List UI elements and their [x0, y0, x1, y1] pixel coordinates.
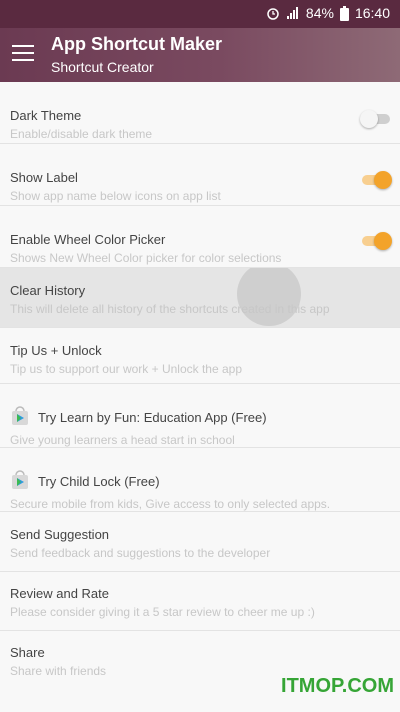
setting-subtitle: Send feedback and suggestions to the dev…: [10, 546, 271, 560]
app-title: App Shortcut Maker: [51, 34, 223, 54]
play-store-icon: [12, 406, 28, 425]
app-bar: App Shortcut Maker Shortcut Creator: [0, 28, 400, 82]
show-label-toggle[interactable]: [360, 171, 392, 189]
setting-dark-theme[interactable]: Dark Theme Enable/disable dark theme: [0, 82, 400, 144]
hamburger-icon[interactable]: [12, 45, 34, 63]
watermark: ITMOP.COM: [281, 675, 394, 697]
setting-subtitle: Enable/disable dark theme: [10, 127, 153, 141]
status-bar: 84% 16:40: [0, 0, 400, 28]
battery-icon: [339, 5, 349, 21]
setting-show-label[interactable]: Show Label Show app name below icons on …: [0, 144, 400, 206]
wheel-color-picker-toggle[interactable]: [360, 232, 392, 250]
setting-title: Send Suggestion: [10, 527, 110, 542]
setting-subtitle: Show app name below icons on app list: [10, 189, 221, 203]
setting-title: Dark Theme: [10, 108, 82, 123]
setting-try-child-lock[interactable]: Try Child Lock (Free) Secure mobile from…: [0, 448, 400, 512]
setting-title: Try Child Lock (Free): [38, 474, 160, 489]
setting-title: Enable Wheel Color Picker: [10, 232, 166, 247]
touch-ripple: [237, 268, 301, 326]
setting-subtitle: Secure mobile from kids, Give access to …: [10, 497, 331, 511]
setting-send-suggestion[interactable]: Send Suggestion Send feedback and sugges…: [0, 512, 400, 572]
play-store-icon: [12, 470, 28, 489]
settings-list: Dark Theme Enable/disable dark theme Sho…: [0, 82, 400, 691]
setting-subtitle: Tip us to support our work + Unlock the …: [10, 362, 243, 376]
signal-icon: [286, 7, 298, 19]
setting-wheel-color-picker[interactable]: Enable Wheel Color Picker Shows New Whee…: [0, 206, 400, 268]
setting-title: Review and Rate: [10, 586, 109, 601]
clock: 16:40: [354, 5, 390, 21]
battery-percent: 84%: [305, 5, 334, 21]
app-subtitle: Shortcut Creator: [51, 59, 154, 75]
setting-title: Clear History: [10, 283, 86, 298]
setting-title: Show Label: [10, 170, 78, 185]
setting-subtitle: Please consider giving it a 5 star revie…: [10, 605, 315, 619]
setting-title: Share: [10, 645, 45, 660]
dark-theme-toggle[interactable]: [360, 110, 392, 128]
setting-tip-us[interactable]: Tip Us + Unlock Tip us to support our wo…: [0, 328, 400, 384]
setting-subtitle: Give young learners a head start in scho…: [10, 433, 235, 447]
setting-title: Tip Us + Unlock: [10, 343, 102, 358]
setting-try-learn-by-fun[interactable]: Try Learn by Fun: Education App (Free) G…: [0, 384, 400, 448]
alarm-icon: [267, 8, 279, 20]
setting-review-rate[interactable]: Review and Rate Please consider giving i…: [0, 572, 400, 631]
setting-subtitle: This will delete all history of the shor…: [10, 302, 330, 316]
setting-clear-history[interactable]: Clear History This will delete all histo…: [0, 268, 400, 328]
setting-title: Try Learn by Fun: Education App (Free): [38, 410, 267, 425]
setting-subtitle: Share with friends: [10, 664, 107, 678]
setting-subtitle: Shows New Wheel Color picker for color s…: [10, 251, 282, 265]
